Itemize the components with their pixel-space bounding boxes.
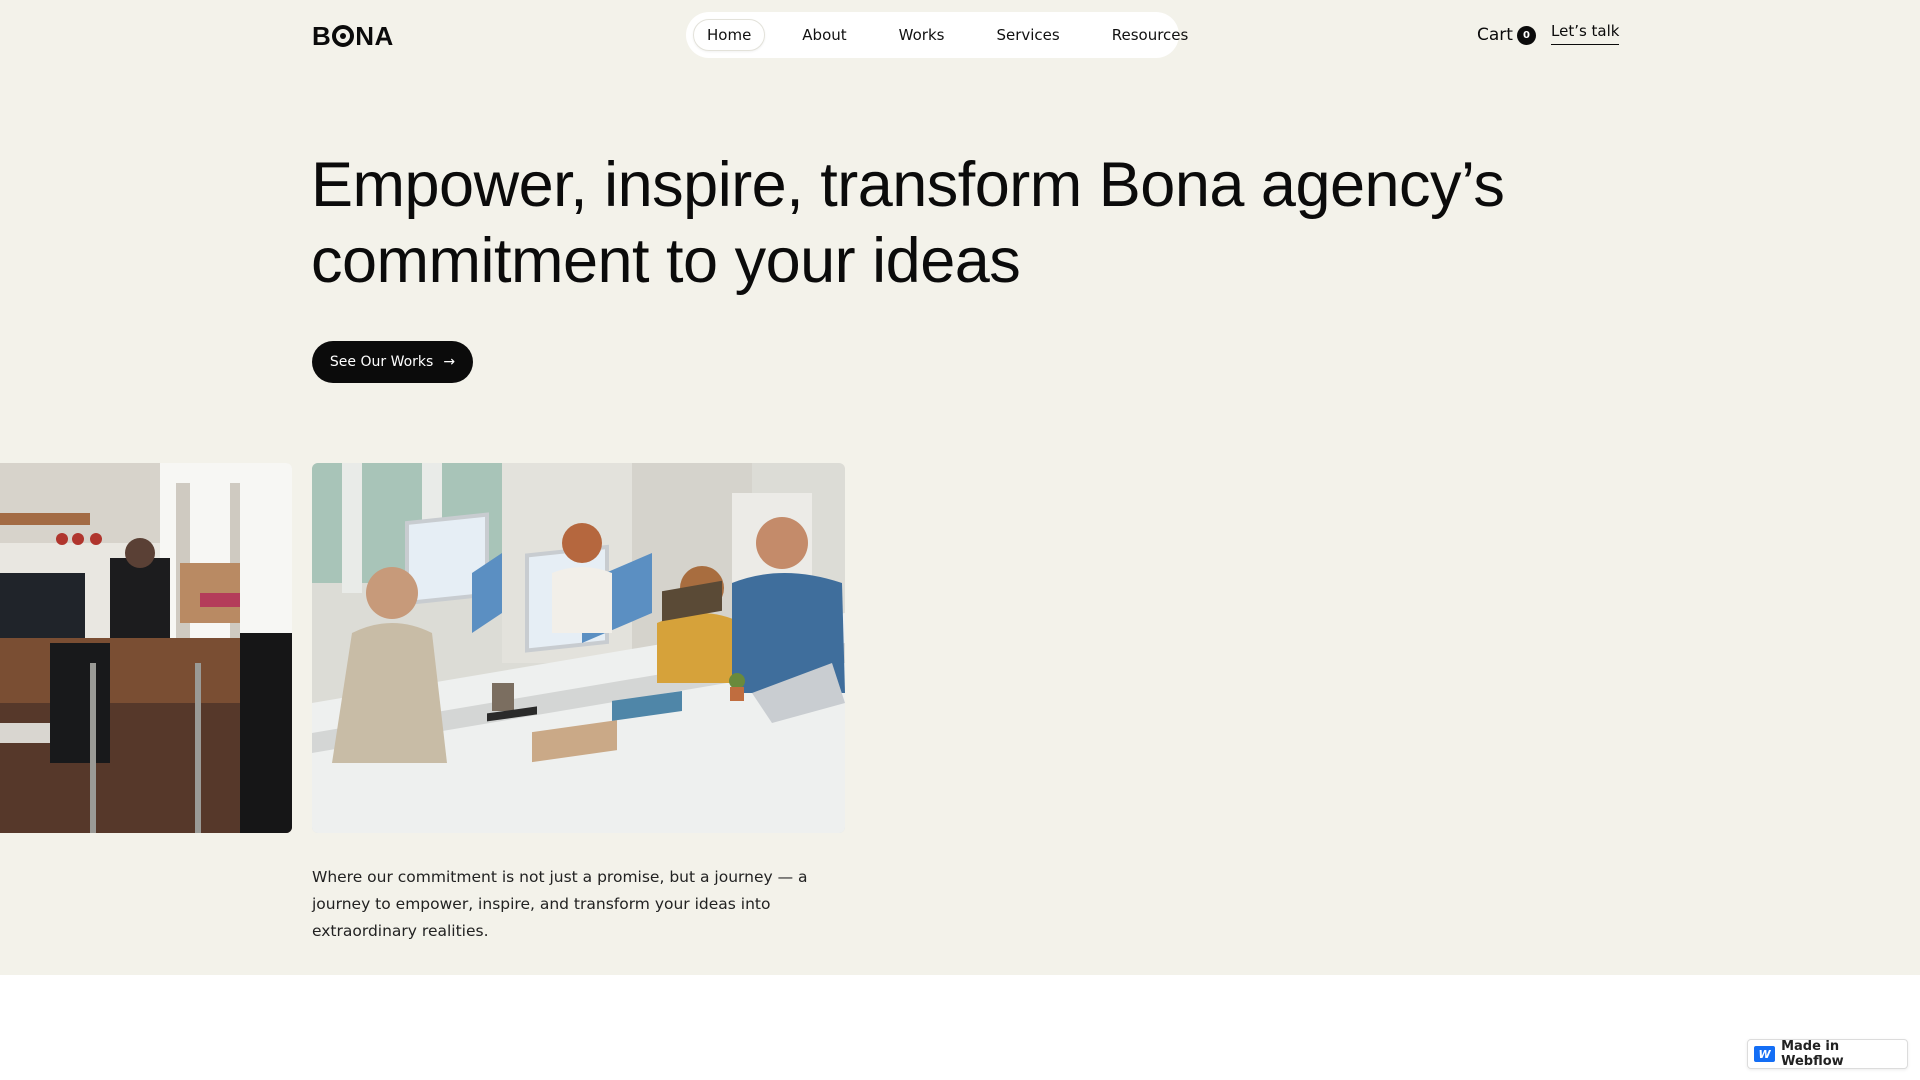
main-nav: Home About Works Services Resources xyxy=(686,12,1188,58)
nav-item-resources[interactable]: Resources xyxy=(1099,19,1202,51)
see-our-works-button[interactable]: See Our Works → xyxy=(312,341,473,383)
cart-button[interactable]: Cart 0 xyxy=(1477,25,1536,45)
logo-letter-b: B xyxy=(312,21,332,51)
hero-headline: Empower, inspire, transform Bona agency’… xyxy=(311,150,1505,296)
logo-o-icon xyxy=(332,25,355,47)
office-photo-left-image xyxy=(0,463,292,833)
hero-caption: Where our commitment is not just a promi… xyxy=(312,868,808,940)
nav-item-about[interactable]: About xyxy=(789,19,859,51)
logo-letters-na: NA xyxy=(355,21,394,51)
cta-label: See Our Works xyxy=(329,354,434,370)
office-photo-team-image xyxy=(312,463,845,833)
bona-logo[interactable]: B NA xyxy=(312,21,394,51)
arrow-right-icon: → xyxy=(443,354,456,370)
webflow-icon: W xyxy=(1754,1046,1776,1062)
made-in-webflow-badge[interactable]: W Made in Webflow xyxy=(1747,1039,1908,1069)
badge-label: Made in Webflow xyxy=(1781,1039,1844,1069)
lets-talk-link[interactable]: Let’s talk xyxy=(1551,22,1620,45)
nav-item-services[interactable]: Services xyxy=(983,19,1072,51)
cart-label: Cart xyxy=(1477,25,1513,45)
nav-item-works[interactable]: Works xyxy=(886,19,958,51)
office-photo-left xyxy=(0,463,292,833)
nav-item-home[interactable]: Home xyxy=(693,19,766,51)
cart-count-badge: 0 xyxy=(1516,25,1536,45)
office-photo-team xyxy=(312,463,845,833)
